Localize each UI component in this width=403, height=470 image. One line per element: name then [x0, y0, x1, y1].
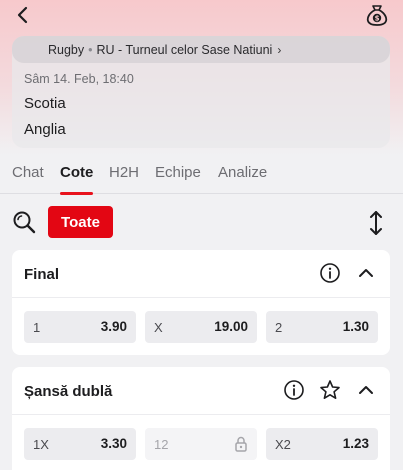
chevron-left-icon[interactable] — [14, 6, 32, 24]
odd-button-x2[interactable]: X2 1.23 — [266, 428, 378, 460]
odd-value: 19.00 — [214, 319, 248, 334]
info-icon[interactable] — [319, 262, 341, 284]
market-title: Șansă dublă — [24, 383, 113, 400]
odd-label: 1 — [33, 320, 41, 335]
tab-h2h[interactable]: H2H — [109, 164, 139, 181]
match-date: Sâm 14. Feb, 18:40 — [24, 72, 134, 86]
market-card-double-chance: Șansă dublă 1X 3.30 12 X2 1.23 — [12, 367, 390, 470]
market-card-final: Final 1 3.90 X 19.00 2 1.30 — [12, 250, 390, 355]
breadcrumb-competition: RU - Turneul celor Sase Natiuni — [96, 42, 273, 57]
market-header[interactable]: Șansă dublă — [12, 367, 390, 415]
tab-cote[interactable]: Cote — [60, 164, 93, 181]
expand-collapse-icon[interactable] — [366, 210, 386, 236]
match-info-card: Rugby • RU - Turneul celor Sase Natiuni … — [12, 36, 390, 148]
all-filter-button[interactable]: Toate — [48, 206, 113, 238]
lock-icon — [235, 436, 247, 452]
home-team: Scotia — [24, 95, 66, 112]
odd-value: 1.30 — [342, 319, 369, 334]
search-icon[interactable] — [12, 210, 36, 234]
market-header[interactable]: Final — [12, 250, 390, 298]
odd-button-2[interactable]: 2 1.30 — [266, 311, 378, 343]
breadcrumb-sport: Rugby — [48, 42, 85, 57]
tab-analize[interactable]: Analize — [218, 164, 267, 181]
odd-button-12-locked: 12 — [145, 428, 257, 460]
odds-row: 1 3.90 X 19.00 2 1.30 — [24, 311, 378, 343]
away-team: Anglia — [24, 121, 66, 138]
odd-button-1[interactable]: 1 3.90 — [24, 311, 136, 343]
odd-value: 3.90 — [100, 319, 127, 334]
money-bag-icon[interactable]: $ — [365, 4, 389, 26]
chevron-up-icon[interactable] — [355, 262, 377, 284]
odd-value: 3.30 — [100, 436, 127, 451]
filter-row: Toate — [0, 203, 403, 243]
chevron-right-icon: › — [277, 42, 282, 57]
info-icon[interactable] — [283, 379, 305, 401]
chevron-up-icon[interactable] — [355, 379, 377, 401]
odd-button-1x[interactable]: 1X 3.30 — [24, 428, 136, 460]
active-tab-indicator — [60, 192, 93, 195]
top-bar: $ — [0, 0, 403, 30]
tab-bar: Chat Cote H2H Echipe Analize — [0, 158, 403, 195]
odds-row: 1X 3.30 12 X2 1.23 — [24, 428, 378, 460]
star-icon[interactable] — [319, 379, 341, 401]
odd-label: 2 — [275, 320, 283, 335]
breadcrumb[interactable]: Rugby • RU - Turneul celor Sase Natiuni … — [12, 36, 390, 63]
svg-text:$: $ — [375, 15, 380, 23]
odd-label: X2 — [275, 437, 291, 452]
odd-label: 12 — [154, 437, 169, 452]
odd-label: X — [154, 320, 163, 335]
market-title: Final — [24, 266, 60, 283]
odd-button-x[interactable]: X 19.00 — [145, 311, 257, 343]
breadcrumb-separator: • — [88, 42, 93, 57]
tab-chat[interactable]: Chat — [12, 164, 44, 181]
odd-value: 1.23 — [342, 436, 369, 451]
tab-echipe[interactable]: Echipe — [155, 164, 201, 181]
odd-label: 1X — [33, 437, 49, 452]
